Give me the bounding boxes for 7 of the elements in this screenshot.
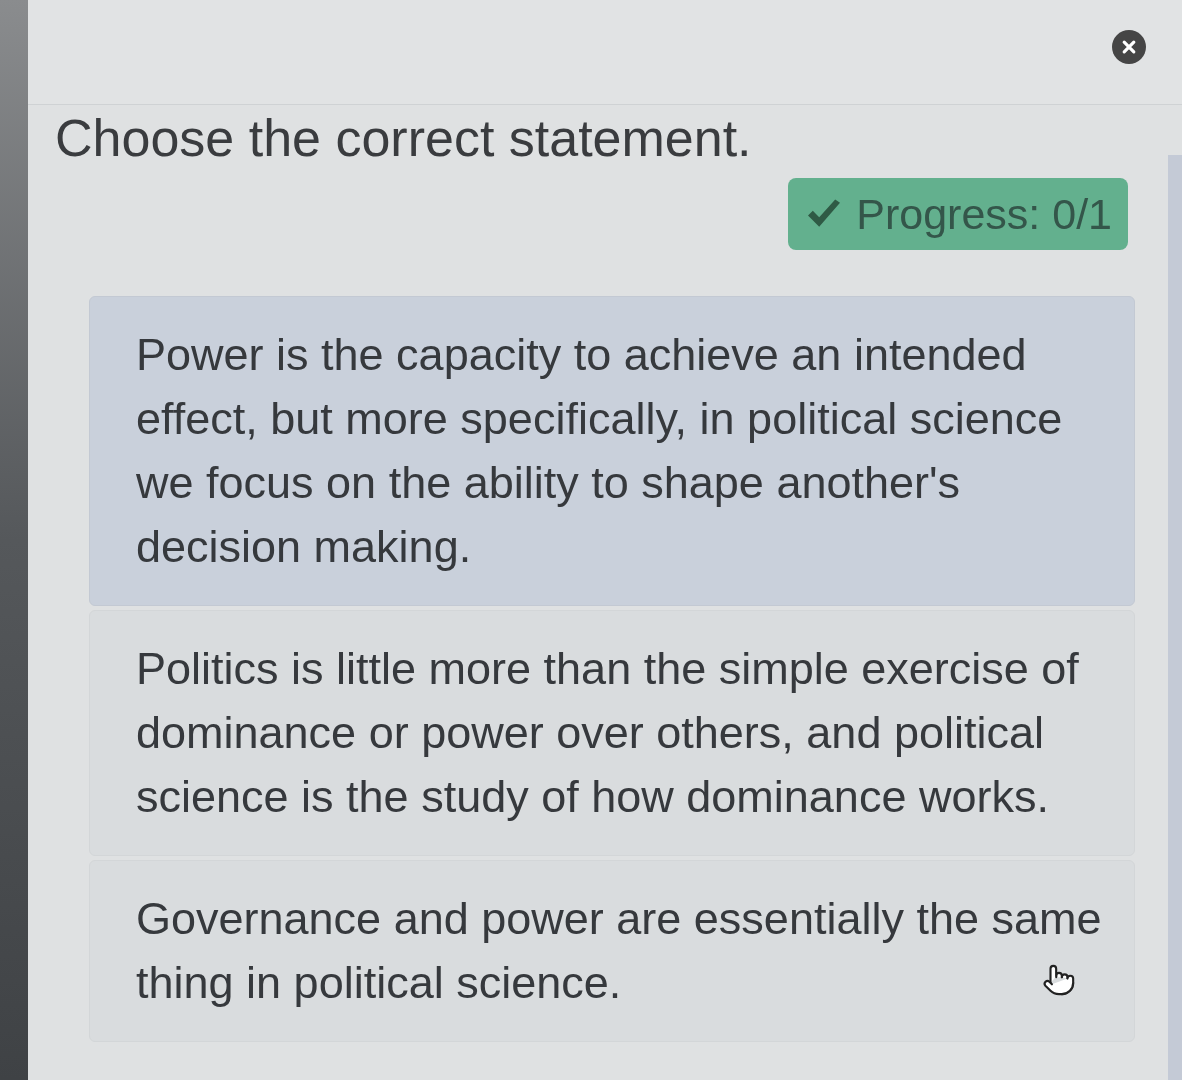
answer-option[interactable]: Governance and power are essentially the same thing in political science. [89,860,1135,1042]
answer-option[interactable]: Politics is little more than the simple exercise of dominance or power over others, and political science is the study of how dominance works. [89,610,1135,856]
scrollbar[interactable] [1168,155,1182,1080]
progress-label: Progress: 0/1 [856,189,1112,239]
close-icon[interactable] [1112,30,1146,64]
answer-option[interactable]: Power is the capacity to achieve an intended effect, but more specifically, in political science we focus on the ability to shape another's decision making. [89,296,1135,606]
question-prompt: Choose the correct statement. [55,108,753,169]
